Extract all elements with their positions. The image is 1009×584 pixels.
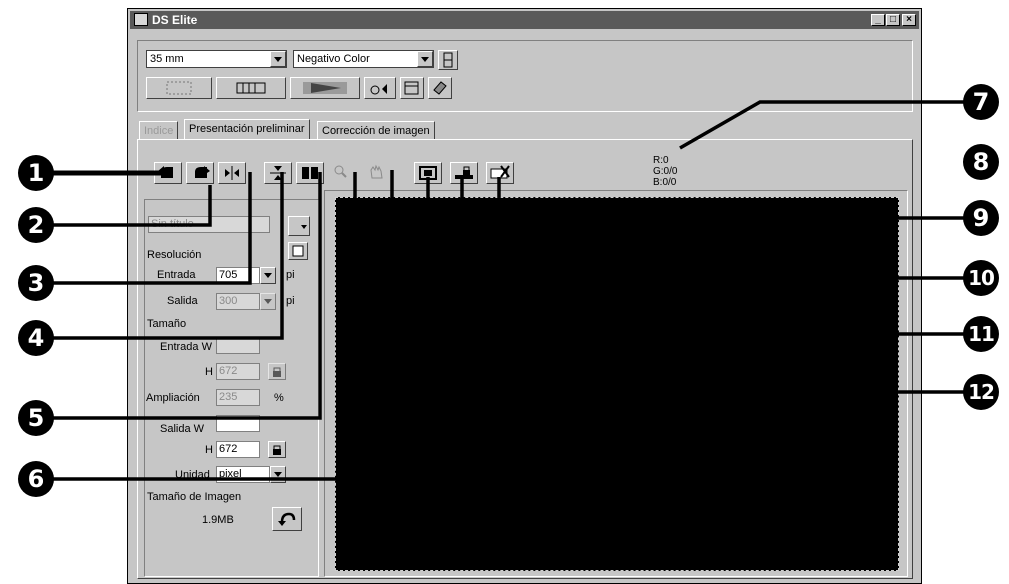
callout-12: 12: [963, 374, 999, 410]
callout-1: 1: [18, 155, 54, 191]
callout-2: 2: [18, 207, 54, 243]
callout-7: 7: [963, 84, 999, 120]
callout-9: 9: [963, 200, 999, 236]
callout-lines: [52, 100, 965, 481]
callout-4: 4: [18, 320, 54, 356]
callout-10: 10: [963, 260, 999, 296]
callout-5: 5: [18, 400, 54, 436]
callout-6: 6: [18, 461, 54, 497]
callout-11: 11: [963, 316, 999, 352]
callout-8: 8: [963, 144, 999, 180]
callout-3: 3: [18, 265, 54, 301]
